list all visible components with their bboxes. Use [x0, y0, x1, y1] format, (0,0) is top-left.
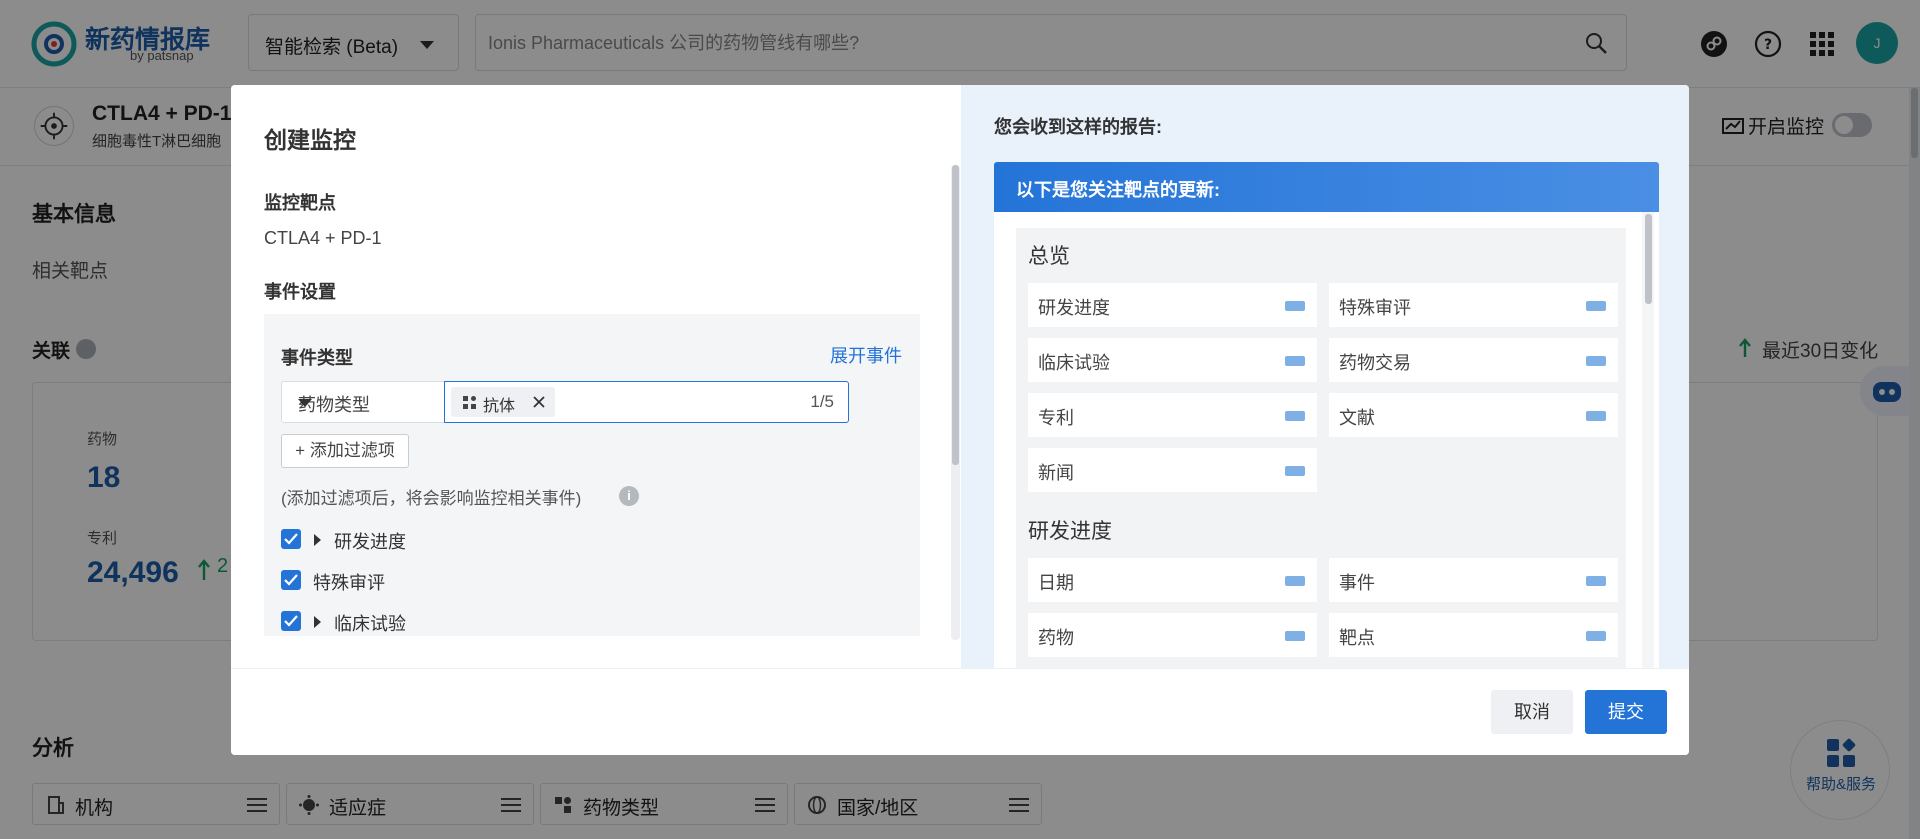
event-type-label: 事件类型: [281, 348, 353, 368]
progress-item: 靶点: [1329, 613, 1618, 657]
placeholder-bar-icon: [1285, 411, 1305, 421]
report-preview-panel: 您会收到这样的报告: 以下是您关注靶点的更新: 总览 研发进度 特殊审评 临床试…: [961, 85, 1689, 668]
checkbox-checked[interactable]: [281, 529, 301, 549]
event-item-label: 临床试验: [334, 614, 406, 634]
overview-item-label: 临床试验: [1038, 353, 1110, 373]
check-icon: [284, 615, 298, 627]
filter-tag-label: 抗体: [483, 398, 516, 415]
overview-item: 药物交易: [1329, 338, 1618, 382]
modal-title: 创建监控: [264, 127, 356, 153]
progress-item-label: 日期: [1038, 573, 1074, 593]
placeholder-bar-icon: [1586, 411, 1606, 421]
drug-type-icon: [463, 396, 476, 409]
overview-item: 新闻: [1028, 448, 1317, 492]
overview-item-label: 专利: [1038, 408, 1074, 428]
progress-title: 研发进度: [1028, 520, 1112, 543]
event-item-rd-progress[interactable]: 研发进度: [281, 527, 481, 553]
placeholder-bar-icon: [1586, 356, 1606, 366]
overview-item: 文献: [1329, 393, 1618, 437]
overview-item: 临床试验: [1028, 338, 1317, 382]
filter-note: (添加过滤项后，将会影响监控相关事件): [281, 489, 582, 508]
overview-item: 专利: [1028, 393, 1317, 437]
placeholder-bar-icon: [1586, 576, 1606, 586]
overview-item-label: 文献: [1339, 408, 1375, 428]
event-item-label: 研发进度: [334, 532, 406, 552]
placeholder-bar-icon: [1586, 631, 1606, 641]
progress-item: 药物: [1028, 613, 1317, 657]
preview-title: 您会收到这样的报告:: [994, 117, 1162, 137]
caret-down-icon: [298, 399, 312, 407]
progress-item-label: 事件: [1339, 573, 1375, 593]
overview-title: 总览: [1028, 245, 1070, 268]
progress-item-label: 靶点: [1339, 628, 1375, 648]
filter-type-select[interactable]: 药物类型: [281, 381, 445, 423]
filter-tag-count: 1/5: [810, 392, 834, 411]
event-settings-panel: 事件类型 展开事件 药物类型 抗体 1/5 + 添加过滤项 (添加过滤项后，将会…: [264, 314, 920, 636]
overview-item-label: 特殊审评: [1339, 298, 1411, 318]
info-icon: i: [619, 486, 639, 506]
event-item-special-review[interactable]: 特殊审评: [281, 568, 481, 594]
preview-content: 总览 研发进度 特殊审评 临床试验 药物交易 专利 文献 新闻 研发进度 日期 …: [1016, 228, 1626, 668]
checkbox-checked[interactable]: [281, 570, 301, 590]
preview-header-text: 以下是您关注靶点的更新:: [1016, 180, 1220, 200]
check-icon: [284, 574, 298, 586]
modal-form-panel: 创建监控 监控靶点 CTLA4 + PD-1 事件设置 事件类型 展开事件 药物…: [231, 85, 961, 668]
cancel-button[interactable]: 取消: [1491, 690, 1573, 734]
filter-tag-input[interactable]: 抗体 1/5: [444, 381, 849, 423]
placeholder-bar-icon: [1285, 466, 1305, 476]
close-icon[interactable]: [533, 396, 545, 408]
placeholder-bar-icon: [1285, 356, 1305, 366]
placeholder-bar-icon: [1586, 301, 1606, 311]
form-scrollbar[interactable]: [951, 165, 960, 640]
check-icon: [284, 533, 298, 545]
progress-item-label: 药物: [1038, 628, 1074, 648]
placeholder-bar-icon: [1285, 301, 1305, 311]
overview-item-label: 药物交易: [1339, 353, 1411, 373]
monitor-target-value: CTLA4 + PD-1: [264, 228, 382, 248]
preview-body: 总览 研发进度 特殊审评 临床试验 药物交易 专利 文献 新闻 研发进度 日期 …: [994, 212, 1659, 668]
expand-arrow-icon[interactable]: [314, 616, 321, 628]
checkbox-checked[interactable]: [281, 611, 301, 631]
modal-footer: 取消 提交: [231, 668, 1689, 755]
overview-item: 特殊审评: [1329, 283, 1618, 327]
create-monitor-modal: 创建监控 监控靶点 CTLA4 + PD-1 事件设置 事件类型 展开事件 药物…: [231, 85, 1689, 755]
placeholder-bar-icon: [1285, 631, 1305, 641]
expand-events-link[interactable]: 展开事件: [830, 342, 902, 368]
event-item-clinical-trial[interactable]: 临床试验: [281, 609, 481, 635]
preview-header-bar: 以下是您关注靶点的更新:: [994, 162, 1659, 212]
overview-item-label: 新闻: [1038, 463, 1074, 483]
overview-item: 研发进度: [1028, 283, 1317, 327]
progress-item: 事件: [1329, 558, 1618, 602]
monitor-target-heading: 监控靶点: [264, 193, 336, 213]
preview-scrollbar[interactable]: [1642, 212, 1654, 668]
placeholder-bar-icon: [1285, 576, 1305, 586]
event-item-label: 特殊审评: [313, 573, 385, 593]
expand-arrow-icon[interactable]: [314, 534, 321, 546]
filter-tag: 抗体: [451, 387, 555, 417]
overview-item-label: 研发进度: [1038, 298, 1110, 318]
progress-item: 日期: [1028, 558, 1317, 602]
event-settings-heading: 事件设置: [264, 282, 336, 302]
submit-button[interactable]: 提交: [1585, 690, 1667, 734]
add-filter-button[interactable]: + 添加过滤项: [281, 434, 409, 468]
